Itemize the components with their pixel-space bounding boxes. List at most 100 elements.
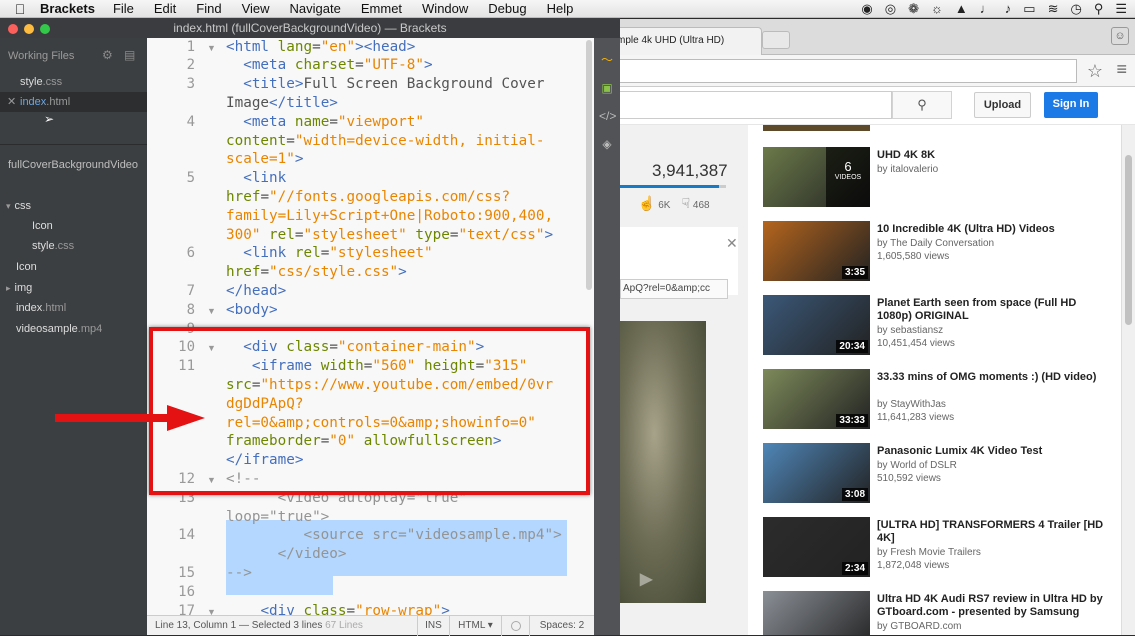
working-file-item-active[interactable]: ✕ index.html [0,92,147,112]
close-icon[interactable]: ✕ [726,235,738,252]
linter-status[interactable] [501,616,529,636]
language-select[interactable]: HTML ▾ [449,616,501,636]
code-token: </video> [226,546,347,563]
scrollbar-thumb[interactable] [1125,155,1132,325]
menu-edit[interactable]: Edit [154,1,176,16]
wifi-icon[interactable]: ≋ [1048,1,1059,17]
menu-window[interactable]: Window [422,1,468,16]
channel-name[interactable]: by sebastiansz [877,325,943,336]
video-thumbnail[interactable]: 20:34 [763,295,870,355]
video-title[interactable]: Panasonic Lumix 4K Video Test [877,445,1113,458]
thumbs-up-icon[interactable]: ☝ [638,195,655,211]
close-icon[interactable]: ✕ [7,92,16,112]
split-view-icon[interactable]: ▤ [124,48,135,62]
app-name-menu[interactable]: Brackets [40,1,95,16]
tree-folder[interactable]: ▸ img [0,278,147,298]
layers-icon[interactable]: ◈ [599,136,615,152]
video-title[interactable]: 33.33 mins of OMG moments :) (HD video) [877,371,1113,384]
code-line: scale=1"> [226,151,303,167]
clock-icon[interactable]: ◷ [1070,1,1081,17]
channel-name[interactable]: by StayWithJas [877,399,946,410]
drive-icon[interactable]: ▲ [955,1,968,17]
record-icon[interactable]: ◎ [885,1,896,17]
bell-icon[interactable]: ♩ [980,1,993,17]
shield-icon[interactable]: ◉ [861,1,872,17]
list-icon[interactable]: ☰ [1115,1,1127,17]
youtube-search-input[interactable] [612,91,892,119]
menu-help[interactable]: Help [547,1,574,16]
channel-name[interactable]: by GTBOARD.com [877,621,961,632]
editor-scrollbar[interactable] [586,40,592,290]
hamburger-icon[interactable]: ≡ [1116,59,1127,80]
tree-file[interactable]: index.html [0,298,147,318]
code-token: --> [226,564,252,581]
recommended-video[interactable]: 2:34 [ULTRA HD] TRANSFORMERS 4 Trailer [H… [763,517,1124,579]
sign-in-button[interactable]: Sign In [1044,92,1098,118]
thumbs-down-icon[interactable]: ☟ [682,195,691,211]
menu-find[interactable]: Find [196,1,221,16]
sound-icon[interactable]: ♪ [1005,1,1012,17]
battery-icon[interactable]: ▭ [1023,1,1035,17]
channel-name[interactable]: by The Daily Conversation [877,238,994,249]
fold-arrow-icon[interactable]: ▼ [207,607,216,616]
insert-mode-toggle[interactable]: INS [417,616,449,636]
fold-arrow-icon[interactable]: ▼ [207,306,216,316]
new-tab-button[interactable] [762,31,790,49]
video-thumbnail[interactable]: 3:35 [763,221,870,281]
fold-arrow-icon[interactable]: ▼ [207,43,216,53]
video-title[interactable]: UHD 4K 8K [877,149,1113,162]
extension-manager-icon[interactable]: ▣ [599,80,615,96]
apple-icon[interactable]:  [0,1,40,17]
user-icon[interactable]: ☺ [1111,27,1129,45]
recommended-video[interactable]: 3:08 Panasonic Lumix 4K Video Test by Worl… [763,443,1124,505]
brightness-icon[interactable]: ☼ [931,1,943,17]
recommended-video[interactable]: 3:35 10 Incredible 4K (Ultra HD) Videos by… [763,221,1124,283]
video-thumbnail[interactable] [763,591,870,635]
recommended-video[interactable]: Ultra HD 4K Audi RS7 review in Ultra HD … [763,591,1124,635]
tree-file[interactable]: videosample.mp4 [0,319,147,339]
indent-setting[interactable]: Spaces: 2 [529,616,594,636]
recommended-video[interactable]: 6 VIDEOS UHD 4K 8K by italovalerio [763,147,1124,209]
channel-name[interactable]: by italovalerio [877,164,938,175]
channel-name[interactable]: by World of DSLR [877,460,957,471]
recommended-video[interactable]: 33:33 33.33 mins of OMG moments :) (HD vi… [763,369,1124,431]
page-scrollbar[interactable] [1121,125,1135,635]
video-title[interactable]: Planet Earth seen from space (Full HD 10… [877,297,1113,323]
menu-file[interactable]: File [113,1,134,16]
video-title[interactable]: Ultra HD 4K Audi RS7 review in Ultra HD … [877,593,1113,619]
tree-file[interactable]: Icon [0,257,147,277]
live-preview-icon[interactable]: 〜 [599,52,615,68]
video-thumbnail[interactable]: 2:34 [763,517,870,577]
menu-emmet[interactable]: Emmet [361,1,402,16]
tree-folder[interactable]: ▾ css [0,196,147,216]
video-title[interactable]: [ULTRA HD] TRANSFORMERS 4 Trailer [HD 4K… [877,519,1113,545]
video-title[interactable]: 10 Incredible 4K (Ultra HD) Videos [877,223,1113,236]
search-button[interactable]: ⚲ [892,91,952,119]
recommended-video[interactable]: 20:34 Planet Earth seen from space (Full … [763,295,1124,357]
tree-file[interactable]: Icon [0,216,147,236]
code-icon[interactable]: </> [599,108,616,124]
sync-icon[interactable]: ❁ [908,1,919,17]
video-thumbnail[interactable]: 33:33 [763,369,870,429]
menu-navigate[interactable]: Navigate [290,1,341,16]
tree-item-ext: .html [42,302,67,314]
view-count: 1,605,580 views [877,251,950,262]
project-title[interactable]: fullCoverBackgroundVideo [8,159,138,171]
browser-tab[interactable]: mple 4k UHD (Ultra HD) [612,27,762,55]
line-number: 6 [186,245,195,262]
code-token: "stylesheet" [329,245,433,262]
working-file-item[interactable]: style.css [0,72,147,92]
url-input[interactable] [612,59,1077,83]
video-preview[interactable]: ▶ [620,321,706,603]
menu-debug[interactable]: Debug [488,1,526,16]
search-icon[interactable]: ⚲ [1094,1,1104,17]
video-thumbnail[interactable]: 6 VIDEOS [763,147,870,207]
upload-button[interactable]: Upload [974,92,1031,118]
menu-view[interactable]: View [242,1,270,16]
channel-name[interactable]: by Fresh Movie Trailers [877,547,981,558]
embed-code-field[interactable]: ApQ?rel=0&amp;cc [620,279,728,299]
gear-icon[interactable]: ⚙ [102,48,113,62]
star-icon[interactable]: ☆ [1087,61,1103,82]
tree-file[interactable]: style.css [0,236,147,256]
video-thumbnail[interactable]: 3:08 [763,443,870,503]
